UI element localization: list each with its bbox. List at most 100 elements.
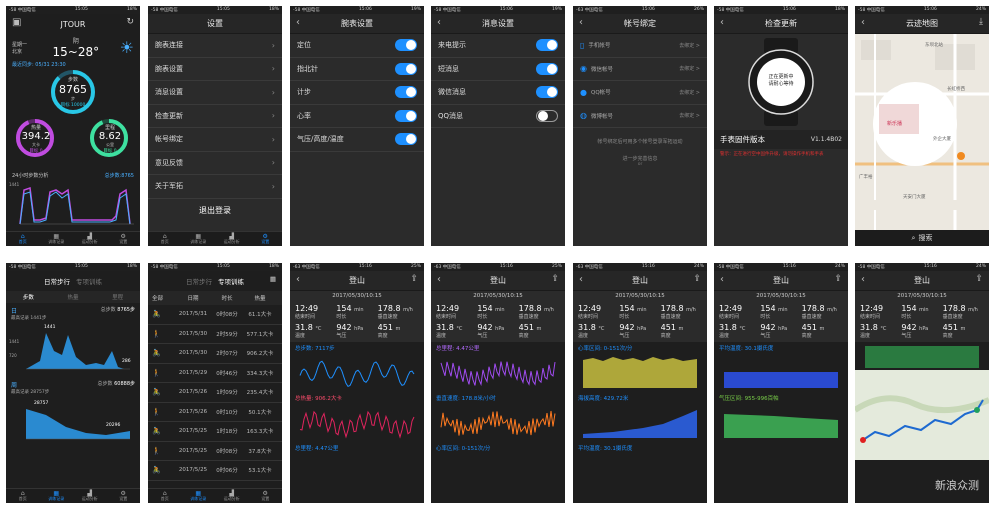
record-row[interactable]: 🚶 2017/5/30 2时59分 577.1大卡 — [148, 325, 282, 344]
settings-item-watch-connect[interactable]: 腕表连接 › — [148, 34, 282, 58]
vertical-speed-chart-label: 垂直速度: 178.8米/小时 — [436, 396, 496, 402]
share-icon[interactable]: ⇪ — [551, 274, 559, 284]
calendar-filter-icon[interactable]: ▦ — [270, 275, 276, 283]
app-title: JTOUR — [60, 19, 86, 29]
gps-toggle[interactable] — [395, 39, 417, 52]
wechat-toggle[interactable] — [536, 86, 558, 99]
subtab-steps[interactable]: 步数 — [23, 293, 34, 301]
share-icon[interactable]: ⇪ — [693, 274, 701, 284]
status-bar: -58 中国电信 15:06 24% — [855, 6, 989, 14]
tab-home[interactable]: ⌂ 首页 — [6, 232, 40, 246]
tab-analysis[interactable]: ▟ 运动分析 — [215, 489, 249, 503]
screen-climb-detail-3: -63 中国电信 15:16 24% ‹ 登山 ⇪ 2017/05/30/10:15 1… — [573, 263, 707, 503]
tab-records[interactable]: ▦ 训练记录 — [182, 232, 216, 246]
bind-row-qq[interactable]: ● QQ帐号 去绑定 > — [573, 81, 707, 105]
back-icon[interactable]: ‹ — [579, 17, 583, 28]
tab-home[interactable]: ⌂ 首页 — [148, 232, 182, 246]
sync-icon[interactable]: ↻ — [126, 17, 134, 27]
barometer-toggle[interactable] — [395, 133, 417, 146]
map-search-button[interactable]: ⌕ 搜索 — [855, 230, 989, 246]
tab-label: 训练记录 — [190, 239, 207, 244]
settings-item-messages[interactable]: 消息设置 › — [148, 81, 282, 105]
tab-daily-walk[interactable]: 日常步行 — [44, 276, 70, 286]
share-icon[interactable]: ⇪ — [410, 274, 418, 284]
tab-special-training[interactable]: 专项训练 — [76, 276, 102, 286]
stat-duration: 154 min 时长 — [619, 304, 660, 320]
tab-records[interactable]: ▦ 训练记录 — [40, 489, 74, 503]
tab-settings[interactable]: ⚙ 设置 — [107, 232, 141, 246]
climb-summary: 2017/05/30/10:15 12:49 结束时间 154 min 时长 178… — [290, 291, 424, 342]
tab-records[interactable]: ▦ 训练记录 — [182, 489, 216, 503]
stat-value: 178.8 — [942, 304, 966, 313]
day-label: 日 — [11, 308, 18, 315]
tab-records[interactable]: ▦ 训练记录 — [40, 232, 74, 246]
subtab-calories[interactable]: 热量 — [67, 293, 78, 301]
share-icon[interactable]: ⇪ — [975, 274, 983, 284]
record-row[interactable]: 🚴 2017/5/30 2时07分 906.2大卡 — [148, 344, 282, 364]
record-row[interactable]: 🚴 2017/5/25 0时06分 53.1大卡 — [148, 461, 282, 481]
back-icon[interactable]: ‹ — [579, 274, 583, 285]
altitude-chart-label: 海拔高度: 429.72米 — [578, 396, 629, 402]
record-date: 2017/5/31 — [178, 311, 208, 318]
tab-daily-walk[interactable]: 日常步行 — [186, 276, 212, 286]
heart-rate-toggle[interactable] — [395, 109, 417, 122]
stat-label: 垂直速度 — [801, 314, 822, 320]
logout-button[interactable]: 退出登录 — [148, 199, 282, 216]
record-row[interactable]: 🚴 2017/5/25 1时18分 163.3大卡 — [148, 422, 282, 442]
settings-item-watch-settings[interactable]: 腕表设置 › — [148, 58, 282, 81]
record-row[interactable]: 🚶 2017/5/26 0时10分 50.1大卡 — [148, 403, 282, 422]
tab-home[interactable]: ⌂ 首页 — [6, 489, 40, 503]
back-icon[interactable]: ‹ — [437, 17, 441, 28]
share-icon[interactable]: ⇪ — [834, 274, 842, 284]
tab-settings[interactable]: ⚙ 设置 — [249, 232, 283, 246]
tab-home[interactable]: ⌂ 首页 — [148, 489, 182, 503]
back-icon[interactable]: ‹ — [720, 274, 724, 285]
bind-row-wechat[interactable]: ◉ 微信帐号 去绑定 > — [573, 58, 707, 81]
settings-item-account[interactable]: 帐号绑定 › — [148, 128, 282, 152]
tab-special-training[interactable]: 专项训练 — [218, 276, 244, 286]
page-title: 消息设置 — [482, 19, 514, 28]
back-icon[interactable]: ‹ — [861, 274, 865, 285]
distance-block: 里程 8.62 公里 目标 0 — [88, 124, 132, 154]
stat-temperature: 31.8 °C 温度 — [578, 323, 619, 339]
week-steps-chart — [26, 409, 130, 440]
stat-value: 942 — [336, 323, 352, 332]
stat-unit: min — [778, 307, 788, 313]
steps-chart-label: 总步数: 7117步 — [295, 346, 335, 352]
settings-item-about[interactable]: 关于军拓 › — [148, 175, 282, 199]
bind-row-weibo[interactable]: ◍ 微博帐号 去绑定 > — [573, 105, 707, 128]
subtab-distance[interactable]: 里程 — [112, 293, 123, 301]
back-icon[interactable]: ‹ — [296, 17, 300, 28]
sms-toggle[interactable] — [536, 62, 558, 75]
call-alert-toggle[interactable] — [536, 39, 558, 52]
records-header: 全部 日期 时长 热量 — [148, 291, 282, 305]
record-row[interactable]: 🚶 2017/5/25 0时08分 37.8大卡 — [148, 442, 282, 461]
record-row[interactable]: 🚶 2017/5/29 0时46分 334.3大卡 — [148, 364, 282, 383]
tab-analysis[interactable]: ▟ 运动分析 — [215, 232, 249, 246]
back-icon[interactable]: ‹ — [296, 274, 300, 285]
record-duration: 2时59分 — [216, 331, 238, 338]
back-icon[interactable]: ‹ — [720, 17, 724, 28]
record-row[interactable]: 🚴 2017/5/26 1时09分 235.4大卡 — [148, 383, 282, 403]
status-bar: -63 中国电信 15:06 26% — [573, 6, 707, 14]
tab-settings[interactable]: ⚙ 设置 — [249, 489, 283, 503]
bind-row-phone[interactable]: ▯ 手机帐号 去绑定 > — [573, 34, 707, 58]
compass-toggle[interactable] — [395, 62, 417, 75]
back-icon[interactable]: ‹ — [861, 17, 865, 28]
back-icon[interactable]: ‹ — [437, 274, 441, 285]
tab-analysis[interactable]: ▟ 运动分析 — [73, 489, 107, 503]
download-icon[interactable]: ⤓ — [979, 17, 983, 27]
pedometer-toggle[interactable] — [395, 86, 417, 99]
qq-toggle[interactable] — [536, 109, 558, 122]
tab-settings[interactable]: ⚙ 设置 — [107, 489, 141, 503]
route-map[interactable] — [855, 370, 989, 460]
map-view[interactable] — [855, 34, 989, 230]
settings-item-update[interactable]: 检查更新 › — [148, 105, 282, 128]
map-book-icon[interactable]: ▣ — [12, 17, 21, 28]
map-label-poi: 新乐播 — [887, 121, 903, 127]
record-row[interactable]: 🚴 2017/5/31 0时08分 61.1大卡 — [148, 305, 282, 325]
settings-item-feedback[interactable]: 意见反馈 › — [148, 152, 282, 175]
col-all[interactable]: 全部 — [152, 294, 174, 302]
complete-info-link[interactable]: 进一步完善信息 — [573, 155, 707, 162]
tab-analysis[interactable]: ▟ 运动分析 — [73, 232, 107, 246]
